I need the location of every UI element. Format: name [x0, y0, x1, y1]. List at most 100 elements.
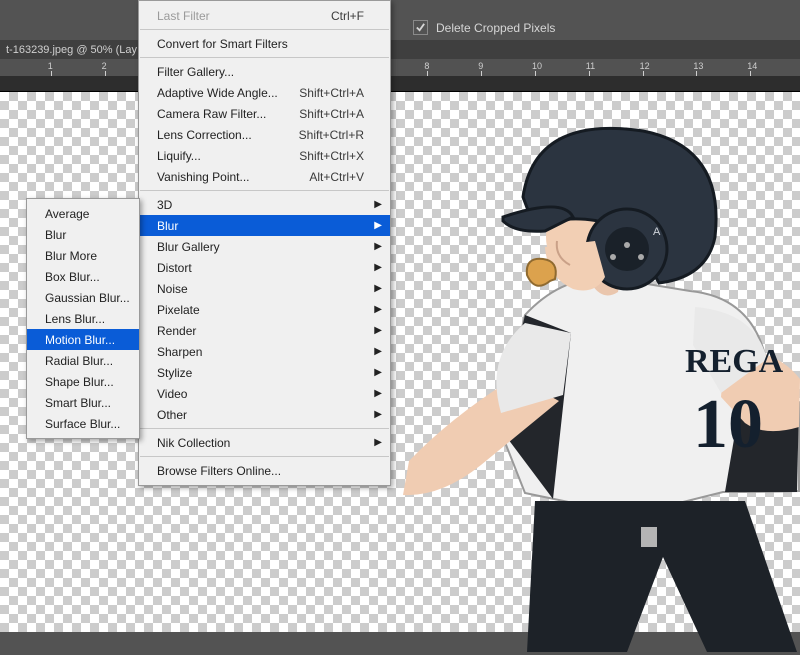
menu-item-label: Surface Blur...	[45, 417, 120, 431]
menu-item-label: Blur	[45, 228, 113, 242]
filter-menu-item-nik-collection[interactable]: Nik Collection ▶	[139, 432, 390, 453]
menu-item-label: Lens Blur...	[45, 312, 113, 326]
blur-submenu-item-lens-blur[interactable]: Lens Blur...	[27, 308, 139, 329]
menu-item-shortcut: Shift+Ctrl+A	[299, 86, 364, 100]
menu-item-label: Motion Blur...	[45, 333, 115, 347]
ruler-tick: 14	[747, 61, 757, 71]
menu-item-shortcut: Ctrl+F	[331, 9, 364, 23]
submenu-arrow-icon: ▶	[374, 325, 382, 336]
filter-menu-item-sharpen[interactable]: Sharpen ▶	[139, 341, 390, 362]
blur-submenu-item-blur-more[interactable]: Blur More	[27, 245, 139, 266]
blur-submenu-item-radial-blur[interactable]: Radial Blur...	[27, 350, 139, 371]
filter-menu-item-render[interactable]: Render ▶	[139, 320, 390, 341]
menu-separator	[140, 57, 389, 58]
ruler-tick: 1	[48, 61, 53, 71]
filter-menu-item-lens-correction[interactable]: Lens Correction...Shift+Ctrl+R	[139, 124, 390, 145]
menu-item-label: Browse Filters Online...	[157, 464, 364, 478]
subject-photo: REGA 10 A	[395, 97, 800, 652]
submenu-arrow-icon: ▶	[374, 199, 382, 210]
filter-menu-item-other[interactable]: Other▶	[139, 404, 390, 425]
blur-submenu-item-shape-blur[interactable]: Shape Blur...	[27, 371, 139, 392]
menu-item-label: Nik Collection	[157, 436, 364, 450]
submenu-arrow-icon: ▶	[374, 437, 382, 448]
svg-text:10: 10	[693, 386, 763, 463]
menu-item-shortcut: Shift+Ctrl+X	[299, 149, 364, 163]
menu-item-label: Last Filter	[157, 9, 331, 23]
menu-item-label: Convert for Smart Filters	[157, 37, 364, 51]
filter-menu-item-convert-for-smart-filters[interactable]: Convert for Smart Filters	[139, 33, 390, 54]
menu-item-label: Render	[157, 324, 364, 338]
filter-menu-item-stylize[interactable]: Stylize ▶	[139, 362, 390, 383]
document-tab[interactable]: t-163239.jpeg @ 50% (Lay	[0, 40, 147, 59]
menu-item-label: Blur	[157, 219, 364, 233]
ruler-tick: 9	[478, 61, 483, 71]
blur-submenu-item-surface-blur[interactable]: Surface Blur...	[27, 413, 139, 434]
menu-item-label: Filter Gallery...	[157, 65, 364, 79]
filter-menu-item-3d[interactable]: 3D ▶	[139, 194, 390, 215]
blur-submenu-item-average[interactable]: Average	[27, 203, 139, 224]
menu-item-label: Sharpen	[157, 345, 364, 359]
filter-menu-item-browse-filters-online[interactable]: Browse Filters Online...	[139, 460, 390, 481]
menu-item-label: Blur Gallery	[157, 240, 364, 254]
menu-item-label: Radial Blur...	[45, 354, 113, 368]
submenu-arrow-icon: ▶	[374, 409, 382, 420]
filter-menu-item-video[interactable]: Video ▶	[139, 383, 390, 404]
svg-text:A: A	[653, 226, 661, 238]
options-bar: Delete Cropped Pixels	[0, 0, 800, 41]
filter-menu-item-adaptive-wide-angle[interactable]: Adaptive Wide Angle...Shift+Ctrl+A	[139, 82, 390, 103]
filter-menu-item-filter-gallery[interactable]: Filter Gallery...	[139, 61, 390, 82]
submenu-arrow-icon: ▶	[374, 262, 382, 273]
document-tab-bar: t-163239.jpeg @ 50% (Lay	[0, 40, 800, 60]
document-title: t-163239.jpeg @ 50% (Lay	[6, 44, 137, 56]
horizontal-ruler: 01234567891011121314	[0, 59, 800, 76]
ruler-tick: 12	[640, 61, 650, 71]
menu-item-label: Box Blur...	[45, 270, 113, 284]
menu-separator	[140, 29, 389, 30]
filter-menu-item-noise[interactable]: Noise ▶	[139, 278, 390, 299]
ruler-tick: 11	[586, 61, 595, 71]
filter-menu-item-pixelate[interactable]: Pixelate▶	[139, 299, 390, 320]
filter-menu-item-distort[interactable]: Distort ▶	[139, 257, 390, 278]
blur-submenu-item-smart-blur[interactable]: Smart Blur...	[27, 392, 139, 413]
menu-item-label: Average	[45, 207, 113, 221]
filter-menu-item-liquify[interactable]: Liquify...Shift+Ctrl+X	[139, 145, 390, 166]
filter-menu: Last FilterCtrl+F Convert for Smart Filte…	[138, 0, 391, 486]
checkbox-icon	[413, 20, 428, 35]
menu-item-label: Distort	[157, 261, 364, 275]
submenu-arrow-icon: ▶	[374, 367, 382, 378]
menu-item-label: Liquify...	[157, 149, 299, 163]
menu-item-label: Blur More	[45, 249, 113, 263]
menu-item-label: Gaussian Blur...	[45, 291, 130, 305]
menu-item-label: Camera Raw Filter...	[157, 107, 299, 121]
submenu-arrow-icon: ▶	[374, 388, 382, 399]
menu-item-label: 3D	[157, 198, 364, 212]
menu-item-label: Stylize	[157, 366, 364, 380]
ruler-tick: 8	[424, 61, 429, 71]
filter-menu-item-vanishing-point[interactable]: Vanishing Point...Alt+Ctrl+V	[139, 166, 390, 187]
filter-menu-item-camera-raw-filter[interactable]: Camera Raw Filter...Shift+Ctrl+A	[139, 103, 390, 124]
blur-submenu-item-blur[interactable]: Blur	[27, 224, 139, 245]
blur-submenu: Average Blur Blur More Box Blur... Gaussian …	[26, 198, 140, 439]
menu-separator	[140, 190, 389, 191]
menu-item-label: Adaptive Wide Angle...	[157, 86, 299, 100]
filter-menu-item-blur-gallery[interactable]: Blur Gallery▶	[139, 236, 390, 257]
menu-item-label: Noise	[157, 282, 364, 296]
blur-submenu-item-box-blur[interactable]: Box Blur...	[27, 266, 139, 287]
menu-item-shortcut: Shift+Ctrl+A	[299, 107, 364, 121]
menu-separator	[140, 428, 389, 429]
menu-item-shortcut: Alt+Ctrl+V	[309, 170, 364, 184]
menu-item-label: Pixelate	[157, 303, 364, 317]
ruler-tick: 13	[693, 61, 703, 71]
menu-item-label: Video	[157, 387, 364, 401]
blur-submenu-item-gaussian-blur[interactable]: Gaussian Blur...	[27, 287, 139, 308]
blur-submenu-item-motion-blur[interactable]: Motion Blur...	[27, 329, 139, 350]
delete-cropped-checkbox[interactable]: Delete Cropped Pixels	[413, 20, 555, 35]
filter-menu-item-last-filter: Last FilterCtrl+F	[139, 5, 390, 26]
menu-item-label: Smart Blur...	[45, 396, 113, 410]
menu-separator	[140, 456, 389, 457]
filter-menu-item-blur[interactable]: Blur▶	[139, 215, 390, 236]
submenu-arrow-icon: ▶	[374, 283, 382, 294]
submenu-arrow-icon: ▶	[374, 346, 382, 357]
ruler-tick: 2	[102, 61, 107, 71]
menu-item-label: Vanishing Point...	[157, 170, 309, 184]
